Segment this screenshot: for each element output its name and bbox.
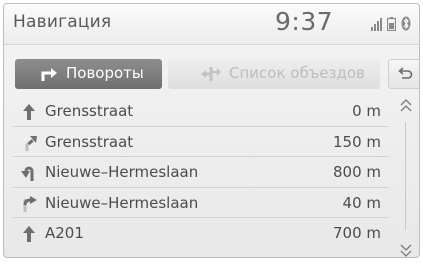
street-name: Nieuwe–Hermeslaan xyxy=(45,193,199,212)
list-item[interactable]: Grensstraat 0 m xyxy=(13,96,389,127)
turn-list: Grensstraat 0 m Grensstraat 150 m Nieuwe… xyxy=(13,96,389,249)
straight-arrow-icon xyxy=(20,226,38,243)
signal-bars-icon xyxy=(371,16,383,35)
turn-list-icon xyxy=(41,66,59,86)
turn-distance: 0 m xyxy=(352,102,381,120)
back-button[interactable] xyxy=(388,59,419,89)
scroll-down-icon[interactable] xyxy=(400,242,412,257)
straight-arrow-icon xyxy=(20,104,38,120)
scroll-up-icon[interactable] xyxy=(400,98,412,117)
street-name: Nieuwe–Hermeslaan xyxy=(45,163,199,182)
turn-distance: 800 m xyxy=(332,163,381,182)
street-name: A201 xyxy=(45,224,84,243)
list-item[interactable]: A201 700 m xyxy=(13,218,389,249)
sharp-left-arrow-icon xyxy=(20,165,38,182)
tab-bar: Повороты Список объездов xyxy=(13,59,419,91)
tab-turns[interactable]: Повороты xyxy=(15,59,162,89)
screen-title: Навигация xyxy=(13,12,112,32)
list-item[interactable]: Nieuwe–Hermeslaan 800 m xyxy=(13,157,389,188)
scrollbar xyxy=(396,96,416,257)
street-name: Grensstraat xyxy=(45,102,134,120)
battery-icon xyxy=(386,16,397,35)
header-bar: Навигация 9:37 xyxy=(4,4,419,45)
street-name: Grensstraat xyxy=(45,132,134,151)
turn-distance: 150 m xyxy=(332,132,381,151)
clock: 9:37 xyxy=(275,7,334,36)
keep-right-arrow-icon xyxy=(20,195,38,212)
back-arrow-icon xyxy=(397,66,413,86)
tab-detour-list-label: Список объездов xyxy=(229,64,365,82)
tab-detour-list[interactable]: Список объездов xyxy=(168,59,380,89)
scroll-track[interactable] xyxy=(405,122,406,230)
list-item[interactable]: Nieuwe–Hermeslaan 40 m xyxy=(13,188,389,219)
tab-turns-label: Повороты xyxy=(66,64,144,82)
slight-right-arrow-icon xyxy=(20,135,38,151)
turn-distance: 40 m xyxy=(342,193,381,212)
list-item[interactable]: Grensstraat 150 m xyxy=(13,127,389,158)
detour-icon xyxy=(201,66,221,86)
turn-distance: 700 m xyxy=(332,224,381,243)
bluetooth-icon xyxy=(401,16,411,35)
navigation-screen: Навигация 9:37 Повороты Список объездов … xyxy=(3,3,420,258)
